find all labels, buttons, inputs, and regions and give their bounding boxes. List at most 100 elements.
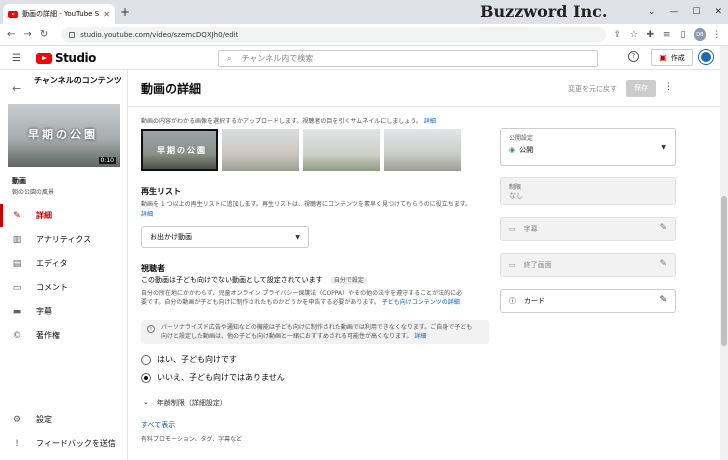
- back-icon[interactable]: ←: [6, 29, 16, 40]
- hamburger-menu-icon[interactable]: ☰: [12, 53, 21, 64]
- sidebar-item-subtitles[interactable]: ▬ 字幕: [0, 300, 128, 323]
- pencil-icon[interactable]: ✎: [659, 259, 667, 269]
- radio-label: いいえ、子ども向けではありません: [157, 373, 285, 382]
- sidebar-item-label: アナリティクス: [36, 235, 92, 244]
- help-icon[interactable]: ?: [628, 51, 639, 62]
- show-all-link[interactable]: すべて表示: [141, 420, 175, 430]
- thumbnail-option[interactable]: [222, 129, 299, 171]
- sidebar-item-label: エディタ: [36, 259, 68, 268]
- reload-icon[interactable]: ↻: [39, 29, 49, 40]
- playlist-heading: 再生リスト: [141, 187, 181, 196]
- sidebar-item-copyright[interactable]: © 著作権: [0, 324, 128, 347]
- forward-icon[interactable]: →: [22, 29, 32, 40]
- search-icon: ⌕: [227, 53, 232, 63]
- thumbnail-details-link[interactable]: 詳細: [424, 118, 436, 125]
- subtitles-label: 字幕: [523, 225, 538, 233]
- pencil-icon[interactable]: ✎: [659, 223, 667, 233]
- video-camera-icon: ▣: [659, 53, 667, 62]
- restrictions-field: 制限 なし: [500, 177, 676, 205]
- kids-content-link[interactable]: 子ども向けコンテンツの詳細: [382, 299, 460, 306]
- bookmark-star-icon[interactable]: ☆: [629, 30, 639, 40]
- feedback-icon: !: [15, 438, 19, 449]
- side-panel-icon[interactable]: ▯: [678, 30, 688, 40]
- thumbnail-option[interactable]: [384, 129, 461, 171]
- visibility-value: ◉ 公開: [509, 145, 533, 155]
- close-tab-icon[interactable]: ✕: [103, 10, 110, 19]
- search-input[interactable]: ⌕ チャンネル内で検索: [218, 50, 598, 67]
- end-screen-card[interactable]: ▭ 終了画面 ✎: [500, 253, 676, 277]
- back-arrow-icon[interactable]: ←: [12, 82, 21, 95]
- url-field[interactable]: studio.youtube.com/video/szemcDQXJh0/edi…: [61, 26, 607, 43]
- subtitle-icon: ▬: [12, 306, 22, 317]
- sidebar-item-analytics[interactable]: ▥ アナリティクス: [0, 228, 128, 251]
- age-restriction-toggle[interactable]: ⌄ 年齢制限（詳細設定）: [143, 398, 227, 408]
- close-icon[interactable]: ✕: [714, 0, 722, 24]
- analytics-icon: ▥: [12, 234, 22, 245]
- thumbnail-option[interactable]: 早期の公園: [141, 129, 218, 171]
- studio-logo[interactable]: Studio: [36, 51, 96, 65]
- thumbnail-description: 動画の内容がわかる画像を選択するかアップロードします。視聴者の目を引くサムネイル…: [141, 116, 436, 125]
- show-all-description: 有料プロモーション、タグ、字幕など: [141, 436, 243, 443]
- sidebar-item-label: 詳細: [36, 211, 52, 220]
- info-text: 向けと設定した動画は、他の子ども向け動画と一緒におすすめされる可能性が高くなりま…: [161, 333, 413, 340]
- playlist-select-value: お出かけ動画: [150, 233, 192, 241]
- caret-down-icon: ▼: [295, 233, 300, 241]
- extensions-icon[interactable]: ✚: [645, 30, 655, 40]
- create-button[interactable]: ▣ 作成: [651, 49, 693, 66]
- sidebar-item-feedback[interactable]: ! フィードバックを送信: [0, 432, 128, 455]
- scrollbar-thumb[interactable]: [721, 196, 727, 346]
- age-restriction-label: 年齢制限（詳細設定）: [156, 399, 227, 407]
- audience-status-text: この動画は子ども向けでない動画として設定されています: [141, 276, 323, 284]
- info-icon: ⓘ: [509, 297, 516, 305]
- cards-label: カード: [524, 297, 545, 305]
- subtitles-card[interactable]: ▭ 字幕 ✎: [500, 217, 676, 241]
- channel-content-label[interactable]: チャンネルのコンテンツ: [34, 76, 122, 86]
- account-avatar[interactable]: [699, 50, 713, 64]
- subtitles-row: ▭ 字幕: [509, 224, 538, 234]
- info-text-line1: パーソナライズド広告や通知などの機能は子ども向けに制作された動画では利用できなく…: [161, 324, 473, 331]
- subtitle-icon: ▭: [509, 225, 516, 233]
- playlist-description: 動画を 1 つ以上の再生リストに追加します。再生リストは、視聴者にコンテンツを素…: [141, 200, 471, 209]
- duration-badge: 0:10: [98, 157, 116, 164]
- playlist-select[interactable]: お出かけ動画 ▼: [141, 226, 309, 248]
- url-text: studio.youtube.com/video/szemcDQXJh0/edi…: [80, 30, 239, 39]
- maximize-icon[interactable]: ☐: [692, 0, 700, 24]
- browser-tab[interactable]: 動画の詳細 - YouTube Studio ✕: [3, 4, 115, 24]
- search-placeholder: チャンネル内で検索: [241, 54, 314, 63]
- reading-list-icon[interactable]: ≡: [661, 30, 671, 40]
- audience-description-text: 要です。自分の動画が子ども向けに制作されたものかどうかを申告する必要があります。: [141, 299, 380, 306]
- playlist-details-link[interactable]: 詳細: [141, 211, 153, 218]
- sidebar-item-settings[interactable]: ⚙ 設定: [0, 408, 128, 431]
- visibility-value-text: 公開: [519, 146, 534, 154]
- page-scrollbar[interactable]: [720, 46, 728, 460]
- end-screen-row: ▭ 終了画面: [509, 260, 552, 270]
- thumbnail-option[interactable]: [303, 129, 380, 171]
- made-for-kids-yes-radio[interactable]: はい、子ども向けです: [141, 354, 237, 365]
- chevron-down-icon[interactable]: ⌄: [648, 0, 656, 24]
- cards-row: ⓘ カード: [509, 296, 545, 306]
- more-options-icon[interactable]: ⋮: [664, 82, 673, 92]
- save-button[interactable]: 保存: [626, 80, 656, 97]
- undo-changes-button[interactable]: 変更を元に戻す: [568, 84, 617, 94]
- new-tab-icon[interactable]: +: [120, 5, 130, 19]
- self-set-chip: 自分で設定: [330, 277, 367, 284]
- sidebar-item-label: 著作権: [36, 331, 60, 340]
- thumbnail-description-text: 動画の内容がわかる画像を選択するかアップロードします。視聴者の目を引くサムネイル…: [141, 118, 422, 125]
- gear-icon: ⚙: [12, 414, 22, 425]
- profile-avatar[interactable]: DB: [694, 28, 706, 41]
- minimize-icon[interactable]: —: [669, 0, 678, 24]
- end-screen-icon: ▭: [509, 261, 516, 269]
- sidebar-item-editor[interactable]: ▤ エディタ: [0, 252, 128, 275]
- cards-card[interactable]: ⓘ カード ✎: [500, 289, 676, 313]
- share-icon[interactable]: ⇪: [612, 30, 622, 40]
- sidebar-item-details[interactable]: ✎ 詳細: [0, 204, 128, 227]
- pencil-icon[interactable]: ✎: [659, 295, 667, 305]
- sidebar-item-comments[interactable]: ▭ コメント: [0, 276, 128, 299]
- thumbnail-options: 早期の公園: [141, 129, 461, 171]
- menu-kebab-icon[interactable]: ⋮: [712, 30, 722, 40]
- info-details-link[interactable]: 詳細: [414, 333, 426, 340]
- visibility-select[interactable]: 公開設定 ◉ 公開 ▼: [500, 128, 676, 166]
- logo-text: Studio: [55, 51, 96, 65]
- video-thumbnail[interactable]: 早期の公園 0:10: [8, 104, 120, 167]
- made-for-kids-no-radio[interactable]: いいえ、子ども向けではありません: [141, 372, 285, 383]
